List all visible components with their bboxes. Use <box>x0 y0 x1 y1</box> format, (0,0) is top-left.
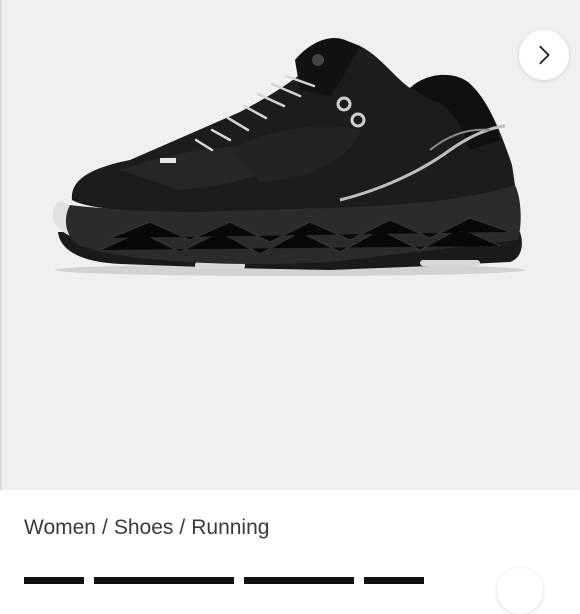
breadcrumb-item-running[interactable]: Running <box>191 516 269 540</box>
breadcrumb-separator: / <box>179 516 186 539</box>
breadcrumb-item-shoes[interactable]: Shoes <box>114 516 174 540</box>
product-title-cutoff <box>24 572 444 584</box>
breadcrumb: Women / Shoes / Running <box>24 516 269 540</box>
favorite-button[interactable] <box>497 568 543 614</box>
product-title-partial <box>24 577 424 584</box>
chevron-right-icon <box>539 45 550 65</box>
product-image-gallery[interactable] <box>0 0 580 490</box>
breadcrumb-separator: / <box>101 516 108 539</box>
product-image <box>52 38 525 276</box>
breadcrumb-item-women[interactable]: Women <box>24 516 96 540</box>
next-image-button[interactable] <box>519 30 569 80</box>
